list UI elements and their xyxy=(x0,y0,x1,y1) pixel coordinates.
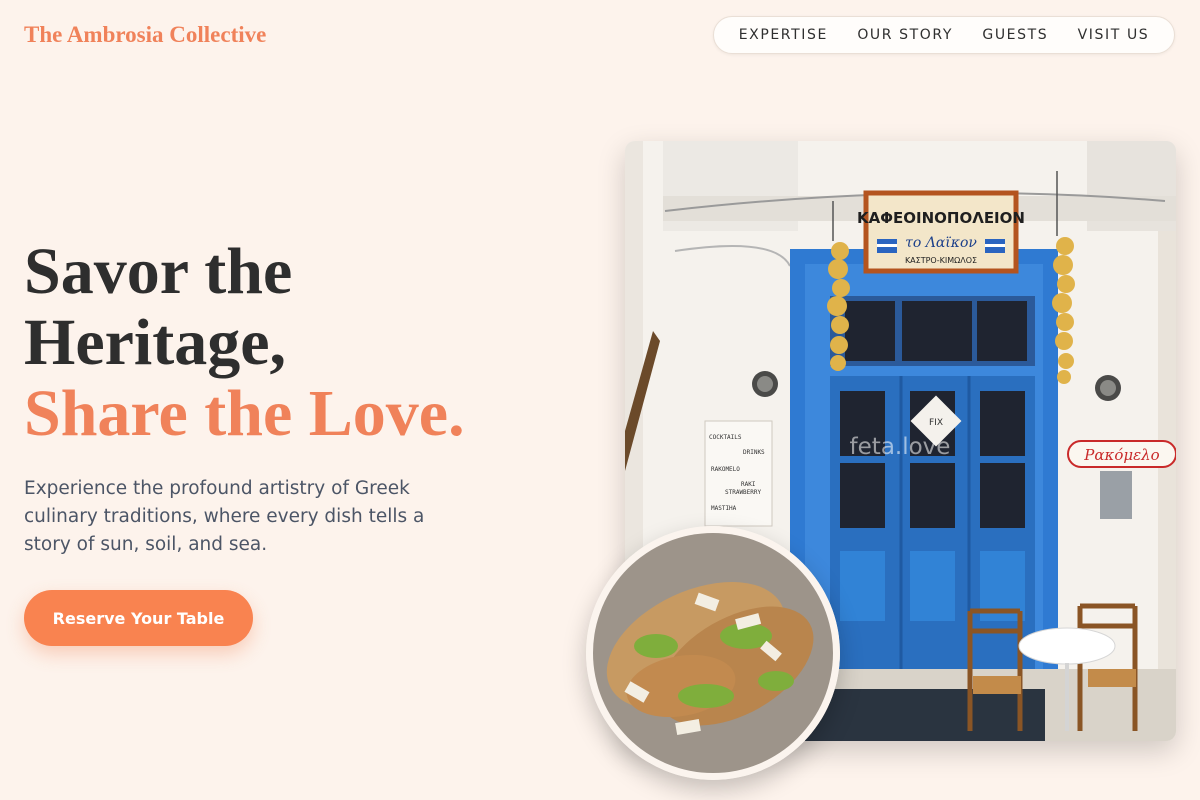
hero-title-line-2: Heritage, xyxy=(24,306,287,379)
cafe-sign-title: ΚΑΦΕΟΙΝΟΠΟΛΕΙΟΝ xyxy=(857,209,1025,227)
hero-title: Savor the Heritage, Share the Love. xyxy=(24,236,465,449)
menu-board-item: MASTIHA xyxy=(711,505,737,512)
brand-logo[interactable]: The Ambrosia Collective xyxy=(24,22,266,48)
hero-description: Experience the profound artistry of Gree… xyxy=(24,478,425,555)
hero-title-accent: Share the Love. xyxy=(24,377,465,450)
menu-board-item: COCKTAILS xyxy=(709,434,742,441)
svg-text:FIX: FIX xyxy=(929,418,943,428)
nav-link-our-story[interactable]: OUR STORY xyxy=(857,27,953,43)
reserve-table-button[interactable]: Reserve Your Table xyxy=(24,590,253,646)
hero-title-line-1: Savor the xyxy=(24,235,293,308)
menu-board-item: STRAWBERRY xyxy=(725,489,762,496)
food-plate-photo xyxy=(586,526,840,780)
menu-board-item: DRINKS xyxy=(743,449,765,456)
cafe-sign-name: το Λαϊκον xyxy=(905,235,977,251)
main-nav: EXPERTISE OUR STORY GUESTS VISIT US xyxy=(713,16,1175,54)
nav-link-expertise[interactable]: EXPERTISE xyxy=(739,27,828,43)
menu-board-item: RAKOMELO xyxy=(711,466,740,473)
photo-watermark: feta.love xyxy=(850,434,951,460)
nav-link-visit-us[interactable]: VISIT US xyxy=(1078,27,1150,43)
nav-link-guests[interactable]: GUESTS xyxy=(982,27,1048,43)
menu-board-item: RAKI xyxy=(741,481,756,488)
rakomelo-sign-text: Ρακόμελο xyxy=(1083,446,1159,464)
cafe-sign-location: ΚΑΣΤΡΟ-ΚΙΜΩΛΟΣ xyxy=(905,256,977,265)
